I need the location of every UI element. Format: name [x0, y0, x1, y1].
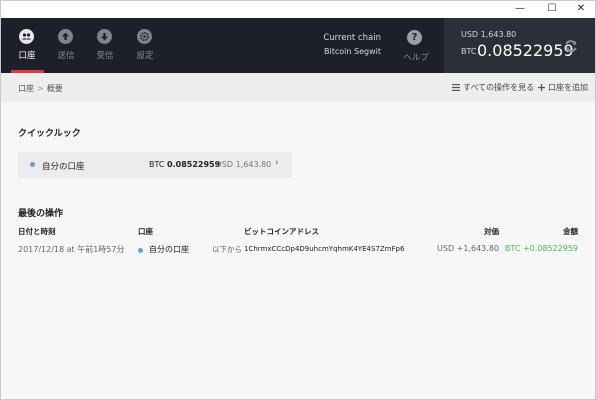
account-card-btc-unit: BTC: [149, 160, 165, 169]
refresh-icon[interactable]: [563, 38, 579, 54]
column-header-date: 日付と時刻: [18, 227, 56, 236]
current-chain-label: Current chain: [323, 33, 381, 43]
account-card-btc-value: 0.08522959: [167, 160, 221, 169]
nav-item-settings[interactable]: 設定: [125, 18, 165, 73]
nav-item-receive[interactable]: 受信: [85, 18, 125, 73]
list-icon: [452, 84, 460, 91]
window-titlebar: — ☐ ✕: [0, 0, 596, 18]
row-account: 自分の口座: [149, 245, 189, 254]
add-account-button[interactable]: 口座を追加: [538, 82, 588, 93]
quick-look-title: クイックルック: [18, 129, 81, 139]
view-all-operations-label: すべての操作を見る: [463, 83, 535, 92]
column-header-counter: 対価: [484, 227, 499, 236]
main-content: クイックルック 自分の口座 BTC 0.08522959 USD 1,643.8…: [1, 102, 595, 399]
arrow-down-icon: [97, 29, 112, 44]
row-direction: 以下から: [212, 245, 242, 254]
breadcrumb: 口座 > 概要: [18, 83, 63, 94]
balance-btc-value: 0.08522959: [477, 41, 574, 60]
account-card-name: 自分の口座: [42, 162, 85, 172]
row-address: 1ChrmxCCcDp4D9uhcmYqhmK4YE4S7ZmFp6: [244, 245, 405, 253]
account-card-btc: BTC 0.08522959: [149, 160, 220, 169]
nav-label-receive: 受信: [96, 51, 114, 61]
breadcrumb-bar: 口座 > 概要 すべての操作を見る 口座を追加: [1, 73, 595, 102]
breadcrumb-current: 概要: [46, 84, 63, 93]
chevron-right-icon: ›: [275, 158, 279, 168]
row-date: 2017/12/18 at 午前1時57分: [18, 245, 125, 254]
nav-label-send: 送信: [57, 51, 75, 61]
help-button[interactable]: ? ヘルプ: [399, 18, 433, 73]
column-header-amount: 金額: [563, 227, 578, 236]
column-header-address: ビットコインアドレス: [244, 227, 319, 236]
help-label: ヘルプ: [403, 53, 429, 63]
account-card-usd: USD 1,643.80: [216, 160, 272, 169]
breadcrumb-separator: >: [37, 84, 44, 93]
plus-icon: [538, 84, 545, 91]
balance-usd: USD 1,643.80: [461, 30, 517, 39]
arrow-up-icon: [58, 29, 73, 44]
gear-icon: [137, 29, 152, 44]
view-all-operations-button[interactable]: すべての操作を見る: [452, 82, 534, 93]
nav-item-accounts[interactable]: 口座: [7, 18, 47, 73]
account-color-dot: [138, 248, 143, 253]
account-card[interactable]: 自分の口座 BTC 0.08522959 USD 1,643.80 ›: [18, 152, 292, 178]
current-chain[interactable]: Current chain Bitcoin Segwit: [319, 33, 381, 56]
minimize-button[interactable]: —: [506, 0, 534, 18]
users-icon: [19, 29, 34, 44]
top-navigation-bar: 口座 送信 受信 設定 Current chain Bitcoin Segwit…: [1, 18, 595, 73]
column-header-account: 口座: [138, 227, 153, 236]
add-account-label: 口座を追加: [548, 83, 588, 92]
recent-operations-title: 最後の操作: [18, 209, 64, 219]
close-button[interactable]: ✕: [567, 0, 595, 18]
current-chain-value: Bitcoin Segwit: [324, 47, 381, 56]
help-icon: ?: [407, 30, 422, 45]
total-balance: USD 1,643.80 BTC 0.08522959: [444, 18, 595, 73]
account-color-dot: [30, 162, 35, 167]
row-counter: USD +1,643.80: [437, 244, 499, 253]
breadcrumb-root[interactable]: 口座: [18, 84, 34, 93]
maximize-button[interactable]: ☐: [538, 0, 566, 18]
nav-label-settings: 設定: [136, 51, 154, 61]
nav-item-send[interactable]: 送信: [46, 18, 86, 73]
row-amount: BTC +0.08522959: [504, 244, 578, 253]
balance-btc-unit: BTC: [461, 47, 477, 56]
nav-label-accounts: 口座: [18, 51, 36, 61]
